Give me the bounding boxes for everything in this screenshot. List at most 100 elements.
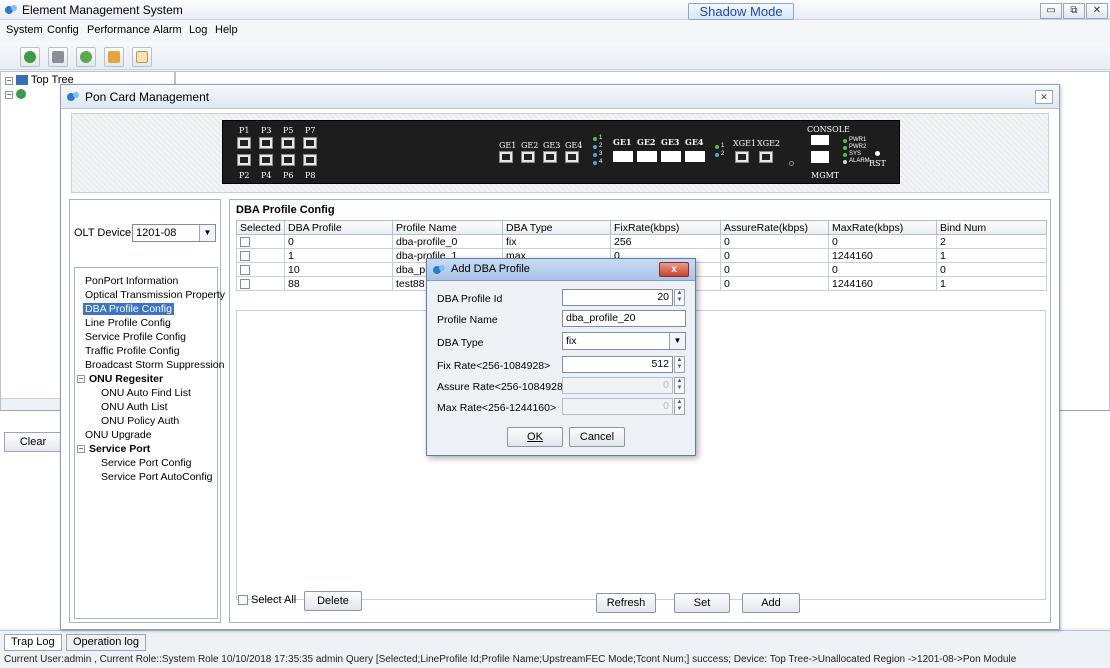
row-checkbox[interactable] [240, 278, 250, 289]
menu-help[interactable]: Help [215, 24, 238, 36]
row-checkbox[interactable] [240, 250, 250, 261]
xge-port-1[interactable] [735, 151, 749, 163]
chevron-down-icon[interactable]: ▼ [199, 225, 215, 241]
chevron-down-icon[interactable]: ▼ [669, 333, 685, 349]
set-button[interactable]: Set [674, 593, 730, 613]
pon-port-p5[interactable] [281, 137, 295, 149]
maximize-button[interactable]: ⧉ [1063, 3, 1085, 19]
menu-performance[interactable]: Performance [87, 24, 150, 36]
dba-type-select[interactable]: fix ▼ [562, 332, 686, 350]
pon-port-p6[interactable] [281, 154, 295, 166]
column-header[interactable]: AssureRate(kbps) [720, 220, 829, 235]
pon-port-p7[interactable] [303, 137, 317, 149]
ge-rj45-port-3[interactable] [661, 151, 681, 162]
device-icon[interactable] [48, 47, 68, 67]
fix-rate-spinner[interactable]: ▲ ▼ [674, 356, 685, 373]
menu-item-service-port-autoconfig[interactable]: Service Port AutoConfig [101, 471, 212, 483]
pon-port-p4[interactable] [259, 154, 273, 166]
close-icon[interactable]: x [659, 262, 689, 277]
collapse-icon[interactable]: − [77, 375, 85, 383]
menu-item-service-profile-config[interactable]: Service Profile Config [85, 331, 186, 343]
assure-rate-spinner[interactable]: ▲ ▼ [674, 377, 685, 394]
column-header[interactable]: Bind Num [936, 220, 1047, 235]
column-header[interactable]: DBA Type [502, 220, 611, 235]
ge-rj45-port-4[interactable] [685, 151, 705, 162]
max-rate-spinner[interactable]: ▲ ▼ [674, 398, 685, 415]
row-checkbox[interactable] [240, 264, 250, 275]
settings-icon[interactable] [76, 47, 96, 67]
ge-sfp-port-2[interactable] [521, 151, 535, 163]
select-all-checkbox[interactable]: Select All [238, 594, 296, 606]
menu-item-ponport-information[interactable]: PonPort Information [85, 275, 178, 287]
console-port[interactable] [811, 135, 829, 145]
profile-id-input[interactable]: 20 [562, 289, 673, 306]
ge-rj45-port-1[interactable] [613, 151, 633, 162]
pon-port-p1[interactable] [237, 137, 251, 149]
menu-item-service-port-config[interactable]: Service Port Config [101, 457, 191, 469]
pon-port-p3[interactable] [259, 137, 273, 149]
menu-item-onu-auth-list[interactable]: ONU Auth List [101, 401, 168, 413]
max-rate-input[interactable]: 0 [562, 398, 673, 415]
menu-item-dba-profile-config[interactable]: DBA Profile Config [83, 303, 174, 315]
menu-item-traffic-profile-config[interactable]: Traffic Profile Config [85, 345, 180, 357]
column-header[interactable]: Profile Name [392, 220, 503, 235]
ge-led [593, 153, 597, 157]
menu-config[interactable]: Config [47, 24, 79, 36]
ok-button[interactable]: OK [507, 427, 563, 447]
tree-node-region[interactable]: − [5, 88, 27, 100]
column-header[interactable]: Selected [236, 220, 285, 235]
document-icon[interactable] [132, 47, 152, 67]
checkbox[interactable] [238, 595, 248, 606]
collapse-icon[interactable]: − [5, 77, 13, 85]
ge-sfp-port-4[interactable] [565, 151, 579, 163]
menu-system[interactable]: System [6, 24, 43, 36]
ge-sfp-port-1[interactable] [499, 151, 513, 163]
menu-item-optical-transmission[interactable]: Optical Transmission Property [85, 289, 225, 301]
refresh-button[interactable]: Refresh [596, 593, 656, 613]
app-logo-icon [5, 5, 17, 14]
cancel-button[interactable]: Cancel [569, 427, 625, 447]
close-icon[interactable]: ✕ [1035, 90, 1053, 104]
led-label: SYS [849, 151, 862, 157]
ge-rj45-port-2[interactable] [637, 151, 657, 162]
minimize-button[interactable]: ▭ [1040, 3, 1062, 19]
ge-sfp-port-3[interactable] [543, 151, 557, 163]
tab-operation-log[interactable]: Operation log [66, 634, 147, 651]
collapse-icon[interactable]: − [77, 445, 85, 453]
clear-button[interactable]: Clear [4, 432, 62, 452]
menu-alarm[interactable]: Alarm [153, 24, 182, 36]
column-header[interactable]: MaxRate(kbps) [828, 220, 937, 235]
menu-item-onu-policy-auth[interactable]: ONU Policy Auth [101, 415, 179, 427]
menu-item-broadcast-storm[interactable]: Broadcast Storm Suppression [85, 359, 224, 371]
xge-port-2[interactable] [759, 151, 773, 163]
assure-rate-input[interactable]: 0 [562, 377, 673, 394]
mgmt-port[interactable] [811, 151, 829, 163]
tab-trap-log[interactable]: Trap Log [4, 634, 62, 651]
reset-button[interactable] [875, 151, 880, 156]
menu-group-service-port[interactable]: Service Port [89, 443, 150, 455]
profile-name-input[interactable]: dba_profile_20 [562, 310, 686, 327]
table-row[interactable]: 0 dba-profile_0 fix 256 0 0 2 [236, 234, 1047, 249]
close-button[interactable]: ✕ [1086, 3, 1108, 19]
menu-group-onu-regesiter[interactable]: ONU Regesiter [89, 373, 163, 385]
collapse-icon[interactable]: − [5, 91, 13, 99]
column-header[interactable]: DBA Profile [284, 220, 393, 235]
profile-id-spinner[interactable]: ▲ ▼ [674, 289, 685, 306]
delete-button[interactable]: Delete [304, 591, 362, 611]
fix-rate-input[interactable]: 512 [562, 356, 673, 373]
topology-icon[interactable] [20, 47, 40, 67]
menu-item-line-profile-config[interactable]: Line Profile Config [85, 317, 171, 329]
add-button[interactable]: Add [742, 593, 800, 613]
menu-item-onu-auto-find[interactable]: ONU Auto Find List [101, 387, 191, 399]
column-header[interactable]: FixRate(kbps) [610, 220, 721, 235]
pon-port-p8[interactable] [303, 154, 317, 166]
report-icon[interactable] [104, 47, 124, 67]
menu-item-onu-upgrade[interactable]: ONU Upgrade [85, 429, 152, 441]
olt-device-select[interactable]: 1201-08 ▼ [132, 224, 216, 242]
ok-button-label: OK [527, 431, 543, 443]
pon-port-p2[interactable] [237, 154, 251, 166]
add-dba-profile-dialog: Add DBA Profile x DBA Profile Id 20 ▲ ▼ P… [426, 258, 696, 456]
row-checkbox[interactable] [240, 236, 250, 247]
menu-log[interactable]: Log [189, 24, 207, 36]
card-panel: P1 P3 P5 P7 P2 P4 P6 P8 GE1 GE2 GE3 GE4 [71, 113, 1049, 193]
